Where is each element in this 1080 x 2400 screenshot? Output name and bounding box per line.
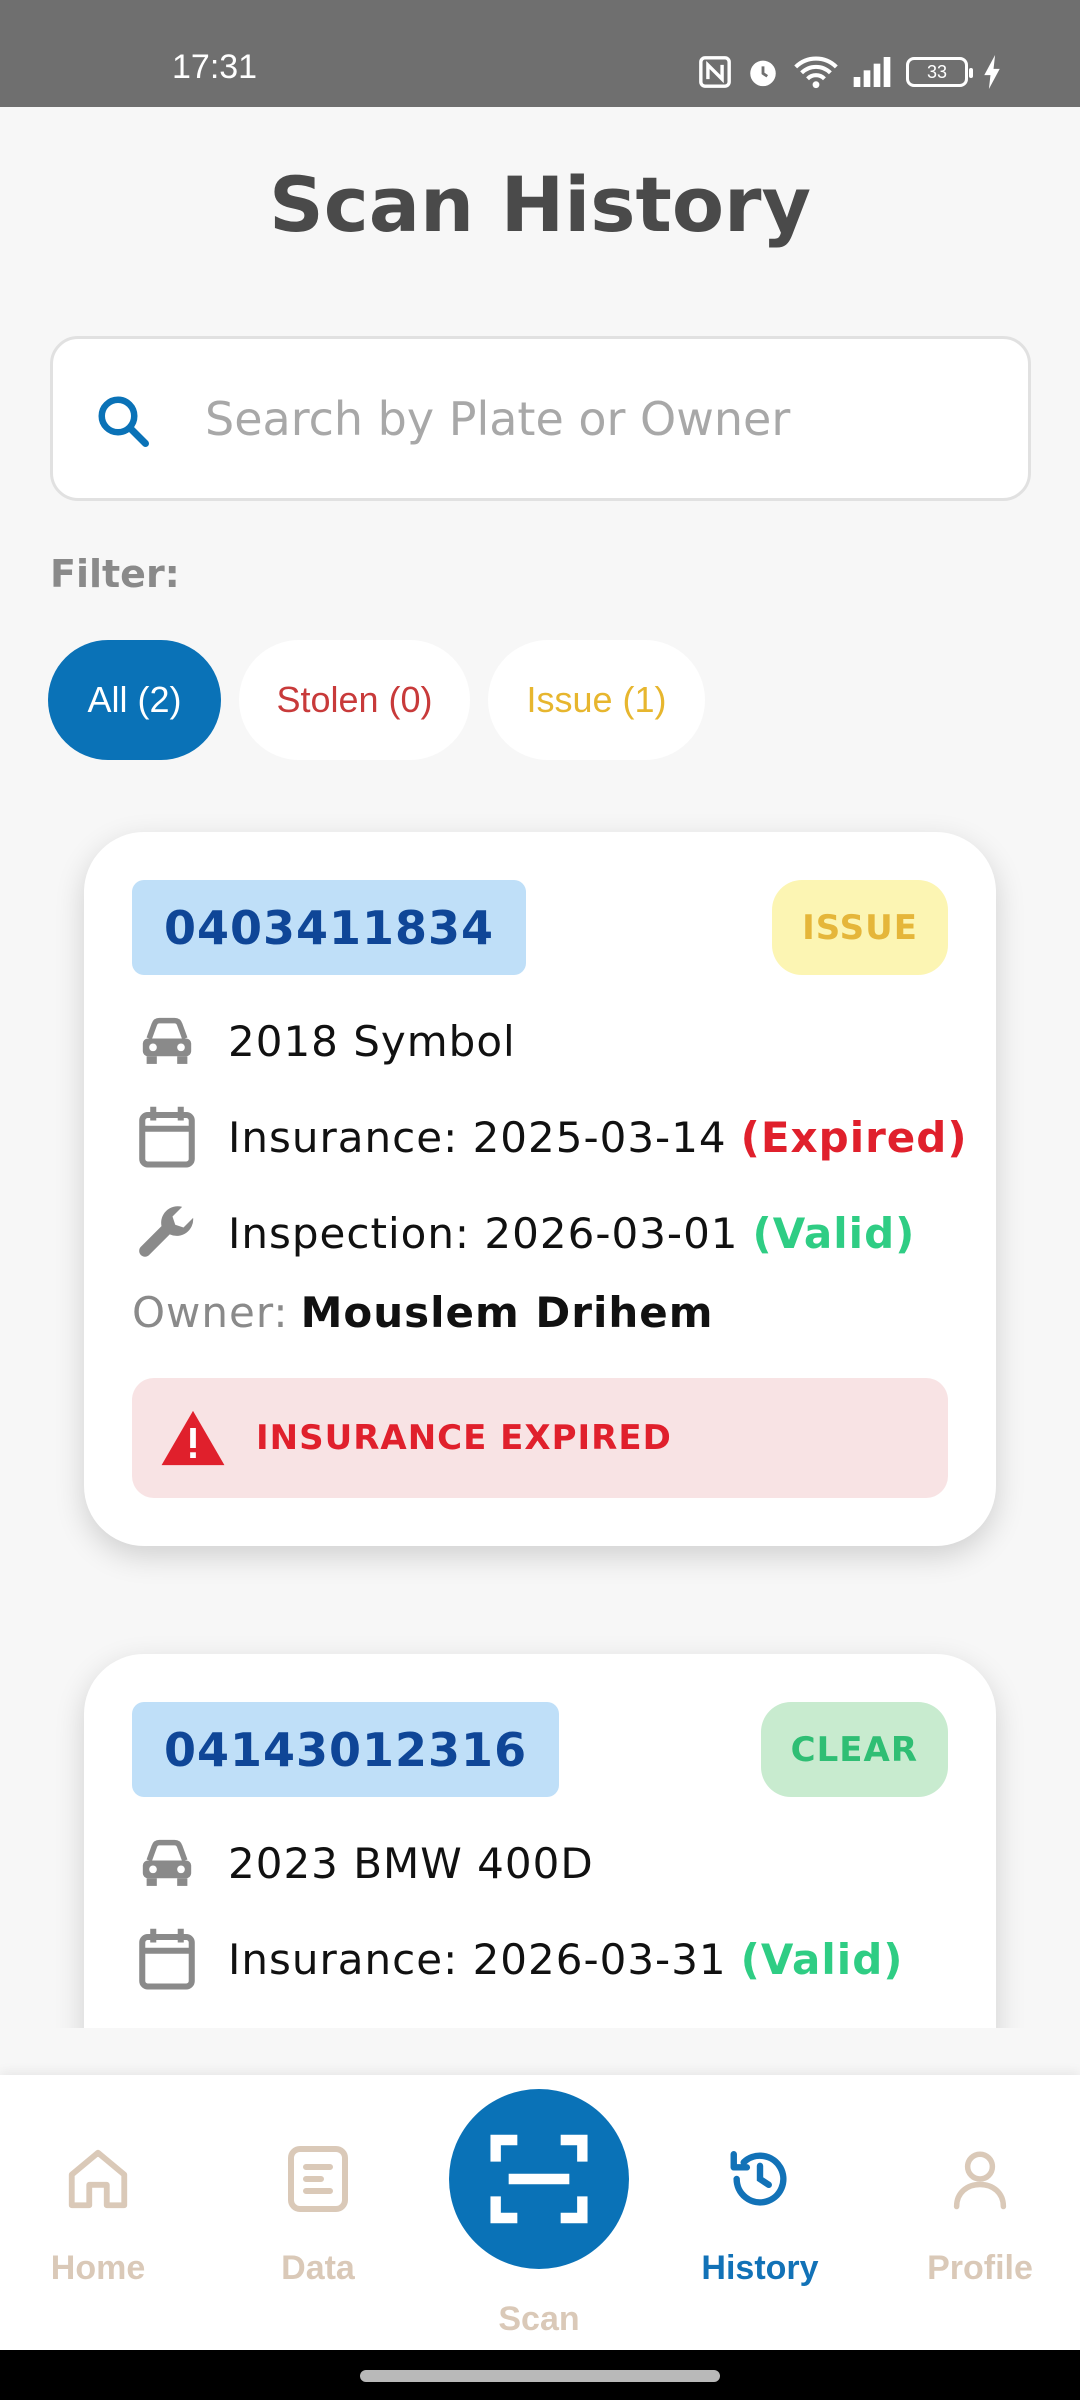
status-badge: CLEAR xyxy=(760,1702,948,1797)
nav-data-label: Data xyxy=(281,2249,355,2287)
inspection-row xyxy=(132,2020,228,2028)
nav-history-label: History xyxy=(701,2249,819,2287)
history-list[interactable]: 0403411834 ISSUE 2018 Symbol Insurance: … xyxy=(0,800,1080,2028)
plate-number: 0403411834 xyxy=(132,880,527,975)
charging-icon xyxy=(984,55,1000,89)
warning-icon xyxy=(161,1410,225,1466)
insurance-status: (Valid) xyxy=(740,1934,904,1984)
vehicle-text: 2018 Symbol xyxy=(228,1016,516,1066)
search-icon xyxy=(98,396,149,447)
battery-icon: 33 xyxy=(906,57,973,87)
owner-label: Owner: xyxy=(132,1288,289,1337)
page-title: Scan History xyxy=(268,160,812,249)
nav-data[interactable]: Data xyxy=(228,2139,408,2288)
car-icon xyxy=(132,1006,202,1076)
alarm-icon xyxy=(750,60,776,87)
signal-icon xyxy=(853,57,891,87)
calendar-icon xyxy=(132,1924,202,1994)
nav-profile-label: Profile xyxy=(927,2249,1033,2287)
filter-chip-stolen[interactable]: Stolen (0) xyxy=(239,640,470,760)
vehicle-text: 2023 BMW 400D xyxy=(228,1838,594,1888)
gesture-bar xyxy=(0,2350,1080,2400)
status-icons: 33 xyxy=(698,52,1002,92)
history-card[interactable]: 04143012316 CLEAR 2023 BMW 400D Insuranc… xyxy=(84,1654,996,2028)
status-time: 17:31 xyxy=(172,48,258,86)
owner-row: Owner: Mouslem Drihem xyxy=(132,1288,714,1337)
scan-button[interactable] xyxy=(449,2089,629,2269)
nav-profile[interactable]: Profile xyxy=(890,2139,1070,2288)
insurance-row: Insurance: 2025-03-14 (Expired) xyxy=(132,1102,968,1172)
bottom-nav: Home Data Scan History Profile xyxy=(0,2075,1080,2350)
filter-chip-all[interactable]: All (2) xyxy=(48,640,221,760)
home-indicator[interactable] xyxy=(360,2370,720,2382)
inspection-row: Inspection: 2026-03-01 (Valid) xyxy=(132,1198,915,1268)
inspection-text: Inspection: 2026-03-01 xyxy=(228,1208,739,1258)
search-input[interactable] xyxy=(205,379,985,459)
alert-text: INSURANCE EXPIRED xyxy=(256,1418,672,1458)
insurance-row: Insurance: 2026-03-31 (Valid) xyxy=(132,1924,903,1994)
wifi-icon xyxy=(794,56,838,89)
filter-chips: All (2) Stolen (0) Issue (1) xyxy=(48,640,705,760)
calendar-icon xyxy=(132,1102,202,1172)
scan-icon xyxy=(490,2134,588,2224)
nav-history[interactable]: History xyxy=(670,2139,850,2288)
home-icon xyxy=(8,2139,188,2219)
document-icon xyxy=(228,2139,408,2219)
car-icon xyxy=(132,1828,202,1898)
nav-home-label: Home xyxy=(50,2249,146,2287)
filter-label: Filter: xyxy=(50,552,180,596)
vehicle-row: 2023 BMW 400D xyxy=(132,1828,594,1898)
insurance-text: Insurance: 2026-03-31 xyxy=(228,1934,727,1984)
search-box[interactable] xyxy=(50,336,1031,501)
status-bar: 17:31 33 xyxy=(0,0,1080,107)
nav-home[interactable]: Home xyxy=(8,2139,188,2288)
person-icon xyxy=(890,2139,1070,2219)
status-badge: ISSUE xyxy=(772,880,948,975)
nfc-icon xyxy=(699,56,731,88)
filter-chip-issue[interactable]: Issue (1) xyxy=(488,640,705,760)
insurance-status: (Expired) xyxy=(740,1112,968,1162)
history-card[interactable]: 0403411834 ISSUE 2018 Symbol Insurance: … xyxy=(84,832,996,1546)
alert-banner: INSURANCE EXPIRED xyxy=(132,1378,948,1498)
owner-name: Mouslem Drihem xyxy=(300,1288,714,1337)
history-icon xyxy=(670,2139,850,2219)
nav-scan-label[interactable]: Scan xyxy=(449,2300,629,2339)
insurance-text: Insurance: 2025-03-14 xyxy=(228,1112,727,1162)
wrench-icon xyxy=(132,2020,202,2028)
wrench-icon xyxy=(132,1198,202,1268)
plate-number: 04143012316 xyxy=(132,1702,560,1797)
inspection-status: (Valid) xyxy=(752,1208,916,1258)
vehicle-row: 2018 Symbol xyxy=(132,1006,516,1076)
